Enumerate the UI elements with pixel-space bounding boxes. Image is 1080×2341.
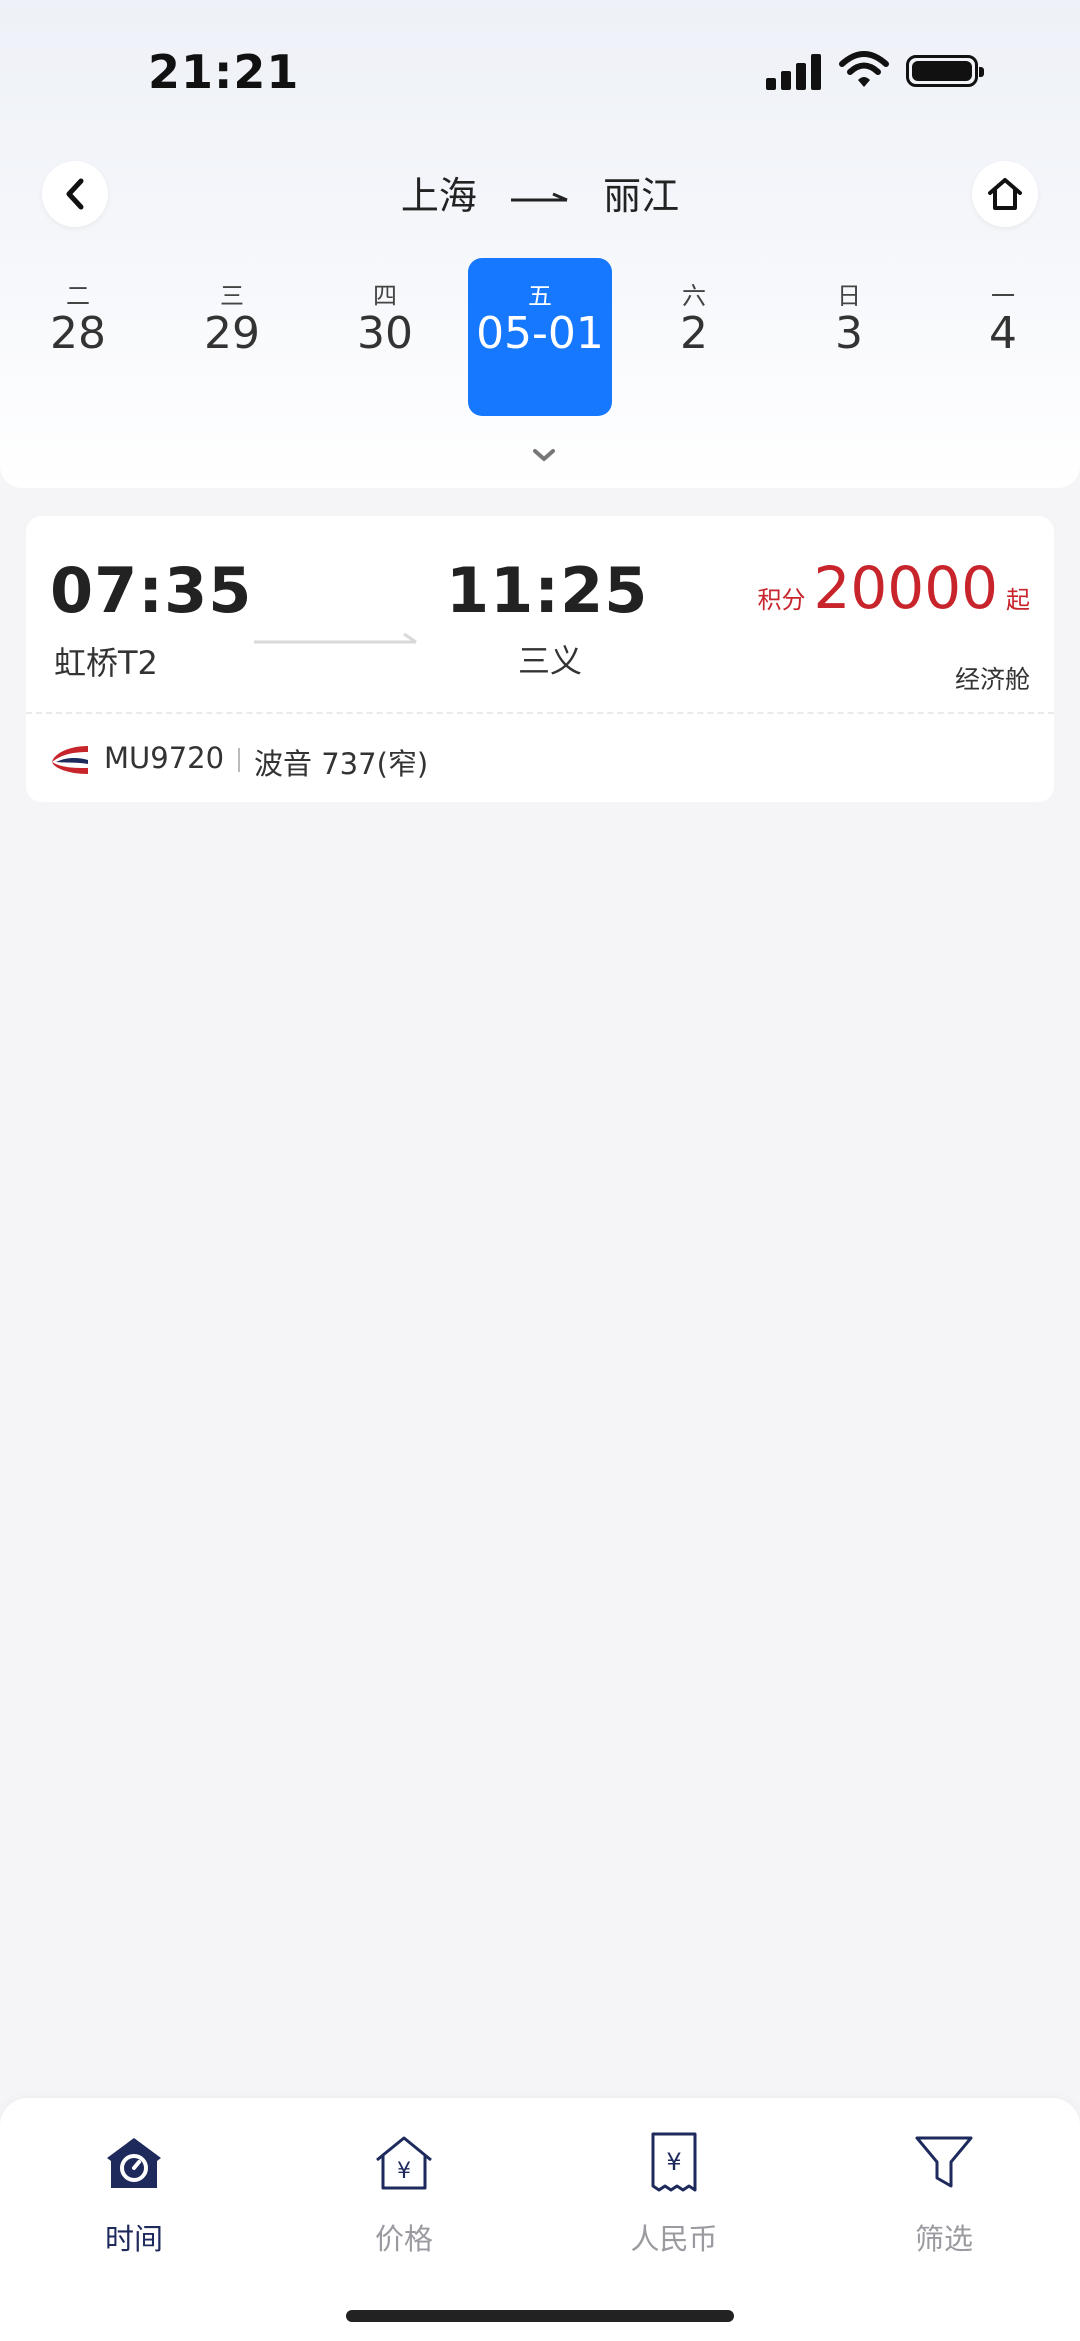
tab-label: 价格: [374, 2222, 433, 2256]
aircraft-type: 波音 737(窄): [254, 747, 429, 781]
airline-logo-icon: [52, 746, 88, 774]
date-item-selected[interactable]: 五 05-01: [468, 258, 612, 416]
flight-card[interactable]: 07:35 11:25 虹桥T2 三义 积分 20000 起 经济舱 MU972…: [26, 516, 1054, 802]
battery-icon: [906, 55, 984, 87]
separator: [238, 748, 240, 772]
svg-text:¥: ¥: [397, 2159, 411, 2184]
departure-airport: 虹桥T2: [54, 644, 158, 682]
expand-calendar-icon[interactable]: [532, 447, 556, 463]
date-number: 05-01: [476, 308, 604, 359]
date-weekday: 四: [373, 282, 397, 310]
tab-rmb[interactable]: ¥ 人民币: [584, 2128, 764, 2268]
tab-label: 时间: [104, 2222, 163, 2256]
tab-price[interactable]: ¥ 价格: [314, 2128, 494, 2268]
signal-icon: [766, 52, 822, 90]
wifi-icon: [839, 51, 889, 87]
tab-time[interactable]: 时间: [44, 2128, 224, 2268]
price-value: 20000: [813, 554, 998, 622]
arrival-time: 11:25: [446, 554, 649, 627]
date-number: 2: [680, 308, 708, 359]
tab-label: 人民币: [630, 2222, 718, 2256]
date-item[interactable]: 六 2: [622, 258, 766, 416]
departure-time: 07:35: [50, 554, 253, 627]
time-icon: [107, 2138, 161, 2188]
tab-filter[interactable]: 筛选: [854, 2128, 1034, 2268]
cabin-class: 经济舱: [954, 665, 1030, 694]
price-prefix: 积分: [757, 586, 806, 614]
route-arrow-icon: [511, 192, 568, 201]
filter-icon: [915, 2136, 973, 2188]
rmb-icon: ¥: [651, 2132, 697, 2192]
origin-city: 上海: [400, 174, 477, 218]
date-weekday: 六: [682, 282, 706, 310]
flight-number: MU9720: [104, 741, 225, 775]
status-bar: 21:21: [0, 0, 1080, 140]
svg-text:¥: ¥: [666, 2148, 681, 2176]
bottom-tab-bar: 时间 ¥ 价格 ¥ 人民币 筛选: [0, 2098, 1080, 2341]
home-indicator[interactable]: [346, 2310, 734, 2322]
date-item[interactable]: 日 3: [777, 258, 921, 416]
date-weekday: 二: [66, 282, 90, 310]
route-title: 上海 丽江: [0, 165, 1080, 220]
date-number: 28: [50, 308, 106, 359]
flight-arrow-icon: [254, 632, 417, 644]
tab-label: 筛选: [914, 2222, 973, 2256]
arrival-airport: 三义: [518, 642, 583, 680]
home-button[interactable]: [972, 161, 1038, 227]
date-item[interactable]: 二 28: [6, 258, 150, 416]
destination-city: 丽江: [603, 174, 680, 218]
date-weekday: 三: [220, 282, 244, 310]
date-item[interactable]: 三 29: [160, 258, 304, 416]
date-item[interactable]: 一 4: [931, 258, 1075, 416]
date-selector: 二 28 三 29 四 30 五 05-01 六 2 日 3 一 4: [0, 258, 1080, 416]
card-divider: [26, 712, 1054, 714]
date-weekday: 一: [991, 282, 1015, 310]
date-weekday: 日: [837, 282, 861, 310]
home-icon: [988, 178, 1022, 210]
date-number: 29: [204, 308, 260, 359]
price-suffix: 起: [1006, 586, 1030, 614]
status-time: 21:21: [148, 45, 300, 99]
price: 积分 20000 起: [757, 554, 1030, 634]
date-item[interactable]: 四 30: [313, 258, 457, 416]
date-number: 3: [835, 308, 863, 359]
price-icon: ¥: [376, 2136, 432, 2190]
date-number: 30: [357, 308, 413, 359]
date-weekday: 五: [528, 282, 552, 310]
date-number: 4: [989, 308, 1017, 359]
